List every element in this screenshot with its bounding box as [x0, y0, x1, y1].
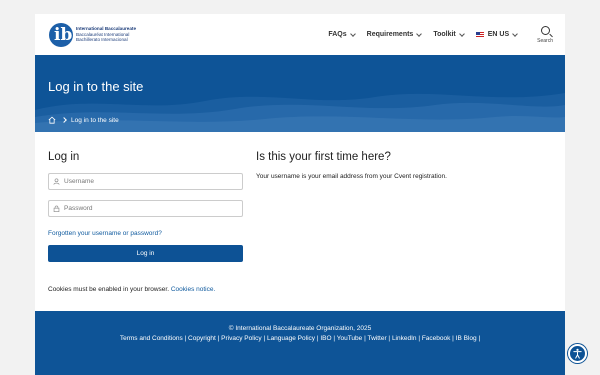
breadcrumb-current: Log in to the site [71, 116, 119, 124]
ib-logo[interactable]: ib International Baccalaureate Baccalaur… [49, 22, 136, 47]
login-panel: Log in Forgotten your username or passwo… [48, 151, 243, 293]
language-label: EN US [487, 31, 510, 38]
username-input[interactable] [64, 178, 224, 185]
page-container: ib International Baccalaureate Baccalaur… [35, 14, 565, 375]
chevron-right-icon [61, 117, 67, 123]
accessibility-button[interactable] [568, 344, 587, 363]
nav-toolkit-label: Toolkit [433, 31, 456, 38]
site-header: ib International Baccalaureate Baccalaur… [35, 14, 565, 55]
lock-icon [53, 205, 60, 212]
username-field[interactable] [48, 173, 243, 190]
ib-logo-icon: ib [49, 22, 73, 47]
search-button[interactable]: Search [537, 25, 553, 44]
footer-links: Terms and Conditions | Copyright | Priva… [119, 335, 481, 343]
nav-toolkit[interactable]: Toolkit [433, 30, 465, 38]
cookies-text: Cookies must be enabled in your browser. [48, 286, 170, 293]
search-icon [540, 25, 550, 35]
cookies-notice: Cookies must be enabled in your browser.… [48, 286, 243, 293]
first-time-text: Your username is your email address from… [256, 173, 447, 180]
accessibility-icon [573, 348, 582, 359]
search-label: Search [537, 37, 553, 44]
user-icon [53, 178, 60, 185]
nav-faqs-label: FAQs [328, 31, 347, 38]
language-selector[interactable]: EN US [475, 30, 518, 38]
chevron-down-icon [416, 30, 423, 37]
password-input[interactable] [64, 205, 224, 212]
chevron-down-icon [512, 30, 518, 37]
forgot-password-link[interactable]: Forgotten your username or password? [48, 230, 243, 237]
page-banner: Log in to the site Log in to the site [35, 55, 565, 132]
nav-faqs[interactable]: FAQs [328, 30, 356, 38]
login-heading: Log in [48, 151, 80, 163]
us-flag-icon [475, 32, 484, 37]
first-time-heading: Is this your first time here? [256, 151, 391, 163]
footer-link-twitter[interactable]: Twitter [367, 335, 386, 342]
site-footer: © International Baccalaureate Organizati… [35, 311, 565, 375]
page-title: Log in to the site [48, 79, 144, 94]
chevron-down-icon [458, 30, 465, 37]
footer-link-copyright[interactable]: Copyright [188, 335, 216, 342]
footer-link-terms[interactable]: Terms and Conditions [120, 335, 183, 342]
first-time-panel: Is this your first time here? Your usern… [256, 151, 552, 180]
nav-requirements[interactable]: Requirements [366, 30, 423, 38]
footer-link-language[interactable]: Language Policy [267, 335, 315, 342]
cookies-notice-link[interactable]: Cookies notice. [171, 286, 215, 293]
footer-copyright: © International Baccalaureate Organizati… [228, 325, 372, 332]
footer-link-privacy[interactable]: Privacy Policy [221, 335, 261, 342]
main-nav: FAQs Requirements Toolkit EN US Search [316, 25, 553, 44]
breadcrumb: Log in to the site [48, 116, 119, 124]
footer-link-facebook[interactable]: Facebook [422, 335, 451, 342]
footer-link-youtube[interactable]: YouTube [337, 335, 363, 342]
footer-link-linkedin[interactable]: LinkedIn [392, 335, 417, 342]
login-button[interactable]: Log in [48, 245, 243, 262]
chevron-down-icon [349, 30, 356, 37]
password-field[interactable] [48, 200, 243, 217]
nav-requirements-label: Requirements [366, 31, 414, 38]
footer-link-ib-blog[interactable]: IB Blog [456, 335, 477, 342]
logo-line-3: Bachillerato Internacional [76, 37, 128, 43]
footer-link-ibo[interactable]: IBO [320, 335, 331, 342]
logo-text: International Baccalaureate Baccalauréat… [76, 26, 136, 43]
home-icon[interactable] [48, 116, 56, 124]
